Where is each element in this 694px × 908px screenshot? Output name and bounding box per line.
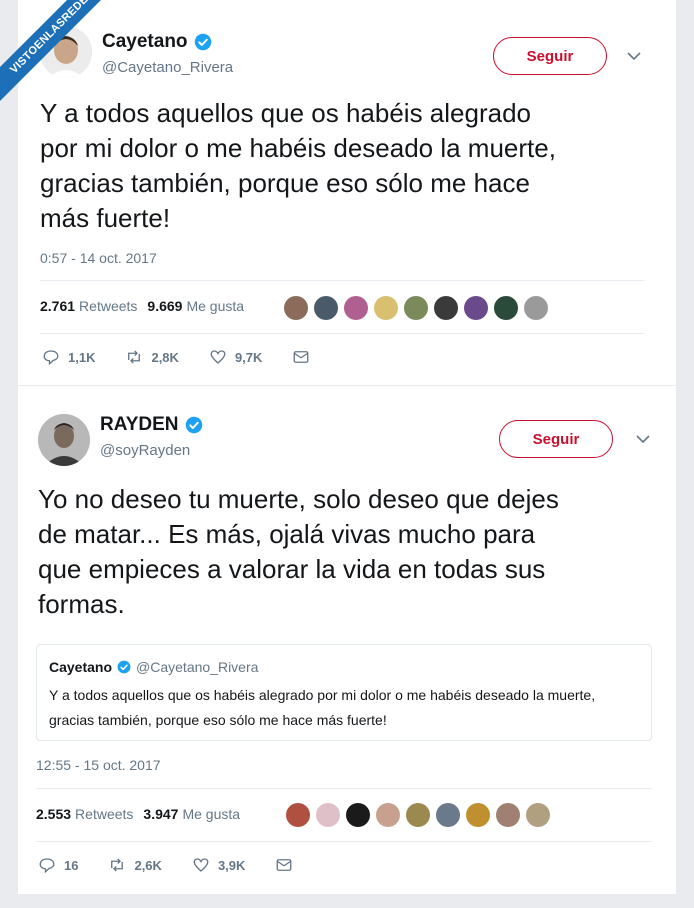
like-action[interactable]: 3,9K	[192, 856, 245, 874]
retweet-short-count: 2,6K	[134, 857, 162, 873]
retweet-count[interactable]: 2.553	[36, 806, 71, 822]
verified-badge-icon	[117, 660, 131, 674]
like-label[interactable]: Me gusta	[186, 298, 244, 314]
like-count[interactable]: 3.947	[143, 806, 178, 822]
reply-count: 16	[64, 857, 79, 873]
verified-badge-icon	[194, 33, 211, 51]
heart-icon	[193, 858, 209, 872]
tweet-card: RAYDEN @soyRayden Seguir Yo no deseo tu …	[18, 386, 676, 894]
retweet-label[interactable]: Retweets	[79, 298, 137, 314]
retweet-short-count: 2,8K	[151, 349, 179, 365]
like-label[interactable]: Me gusta	[182, 806, 240, 822]
direct-message-action[interactable]	[275, 856, 293, 874]
engagement-stats: 2.761 Retweets 9.669 Me gusta	[40, 298, 254, 314]
timestamp[interactable]: 0:57 - 14 oct. 2017	[40, 250, 157, 266]
follow-button[interactable]: Seguir	[499, 420, 613, 458]
user-handle[interactable]: @Cayetano_Rivera	[102, 59, 233, 76]
display-name[interactable]: Cayetano	[102, 31, 188, 53]
liker-avatar[interactable]	[286, 803, 310, 827]
engagement-stats: 2.553 Retweets 3.947 Me gusta	[36, 806, 250, 822]
avatar[interactable]	[38, 414, 90, 466]
reply-icon	[43, 350, 59, 366]
retweet-label[interactable]: Retweets	[75, 806, 133, 822]
retweet-count[interactable]: 2.761	[40, 298, 75, 314]
follow-button[interactable]: Seguir	[493, 37, 607, 75]
heart-icon	[210, 350, 226, 364]
chevron-down-icon[interactable]	[627, 52, 641, 61]
envelope-icon	[276, 859, 292, 871]
liker-avatar[interactable]	[524, 296, 548, 320]
reply-icon	[39, 858, 55, 874]
liker-avatar[interactable]	[464, 296, 488, 320]
liker-avatar[interactable]	[436, 803, 460, 827]
direct-message-action[interactable]	[292, 348, 310, 366]
user-handle[interactable]: @soyRayden	[100, 442, 190, 459]
display-name[interactable]: RAYDEN	[100, 414, 179, 436]
quoted-tweet[interactable]: Cayetano @Cayetano_Rivera Y a todos aque…	[36, 644, 652, 741]
like-short-count: 9,7K	[234, 349, 263, 365]
tweet-text: Y a todos aquellos que os habéis alegrad…	[40, 98, 556, 233]
liker-avatar[interactable]	[374, 296, 398, 320]
liker-avatar[interactable]	[344, 296, 368, 320]
liker-avatar[interactable]	[376, 803, 400, 827]
reply-count: 1,1K	[68, 349, 96, 365]
timestamp[interactable]: 12:55 - 15 oct. 2017	[36, 757, 161, 773]
quoted-display-name: Cayetano	[49, 659, 113, 675]
like-action[interactable]: 9,7K	[209, 348, 262, 366]
quoted-text: Y a todos aquellos que os habéis alegrad…	[49, 687, 596, 728]
liker-avatar[interactable]	[434, 296, 458, 320]
liker-avatars	[286, 803, 550, 827]
liker-avatar[interactable]	[496, 803, 520, 827]
chevron-down-icon[interactable]	[636, 435, 650, 444]
tweet-text: Yo no deseo tu muerte, solo deseo que de…	[38, 484, 559, 619]
retweet-action[interactable]: 2,8K	[125, 348, 179, 366]
liker-avatar[interactable]	[346, 803, 370, 827]
quoted-handle: @Cayetano_Rivera	[136, 659, 259, 675]
liker-avatar[interactable]	[494, 296, 518, 320]
retweet-action[interactable]: 2,6K	[108, 856, 162, 874]
retweet-icon	[111, 858, 124, 872]
tweet-card: Cayetano @Cayetano_Rivera Seguir Y a tod…	[18, 0, 676, 385]
like-short-count: 3,9K	[217, 857, 246, 873]
verified-badge-icon	[185, 416, 202, 434]
like-count[interactable]: 9.669	[147, 298, 182, 314]
liker-avatars	[284, 296, 548, 320]
liker-avatar[interactable]	[284, 296, 308, 320]
liker-avatar[interactable]	[314, 296, 338, 320]
reply-action[interactable]: 16	[38, 856, 78, 874]
liker-avatar[interactable]	[526, 803, 550, 827]
envelope-icon	[293, 351, 309, 363]
liker-avatar[interactable]	[404, 296, 428, 320]
liker-avatar[interactable]	[466, 803, 490, 827]
retweet-icon	[128, 350, 141, 364]
liker-avatar[interactable]	[316, 803, 340, 827]
reply-action[interactable]: 1,1K	[42, 348, 95, 366]
liker-avatar[interactable]	[406, 803, 430, 827]
